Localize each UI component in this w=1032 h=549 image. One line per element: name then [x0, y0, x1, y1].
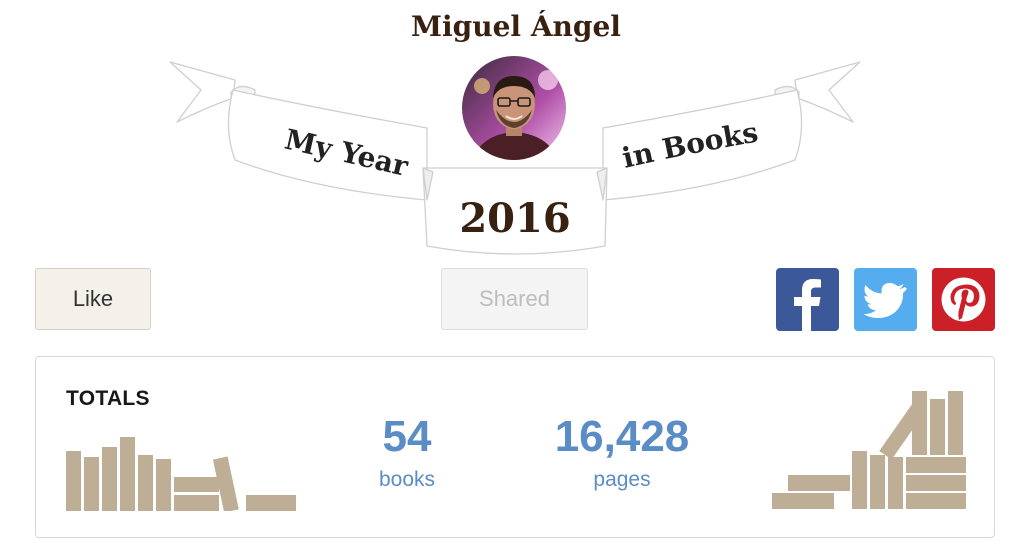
totals-heading: TOTALS: [66, 387, 150, 410]
books-left-illustration: [66, 437, 296, 511]
pages-label: pages: [593, 468, 651, 491]
shared-button: Shared: [441, 268, 588, 330]
avatar-photo: [462, 56, 566, 160]
books-right-illustration: [772, 391, 966, 509]
pinterest-icon: [941, 277, 986, 322]
twitter-icon: [863, 283, 907, 318]
banner-year: 2016: [459, 195, 570, 242]
books-label: books: [378, 468, 436, 491]
books-stat: 54 books: [356, 413, 458, 493]
avatar[interactable]: [462, 56, 566, 160]
pages-count: 16,428: [554, 412, 690, 461]
facebook-share-button[interactable]: [776, 268, 839, 331]
pinterest-share-button[interactable]: [932, 268, 995, 331]
pages-stat: 16,428 pages: [536, 413, 708, 493]
books-count: 54: [382, 412, 432, 461]
year-in-books-page: Miguel Ángel My Year in Books 2016 Like …: [0, 0, 1032, 549]
facebook-icon: [794, 279, 821, 331]
like-button[interactable]: Like: [35, 268, 151, 330]
twitter-share-button[interactable]: [854, 268, 917, 331]
user-name: Miguel Ángel: [411, 10, 621, 43]
totals-card: TOTALS 54 books 16,428 pages: [35, 356, 995, 538]
